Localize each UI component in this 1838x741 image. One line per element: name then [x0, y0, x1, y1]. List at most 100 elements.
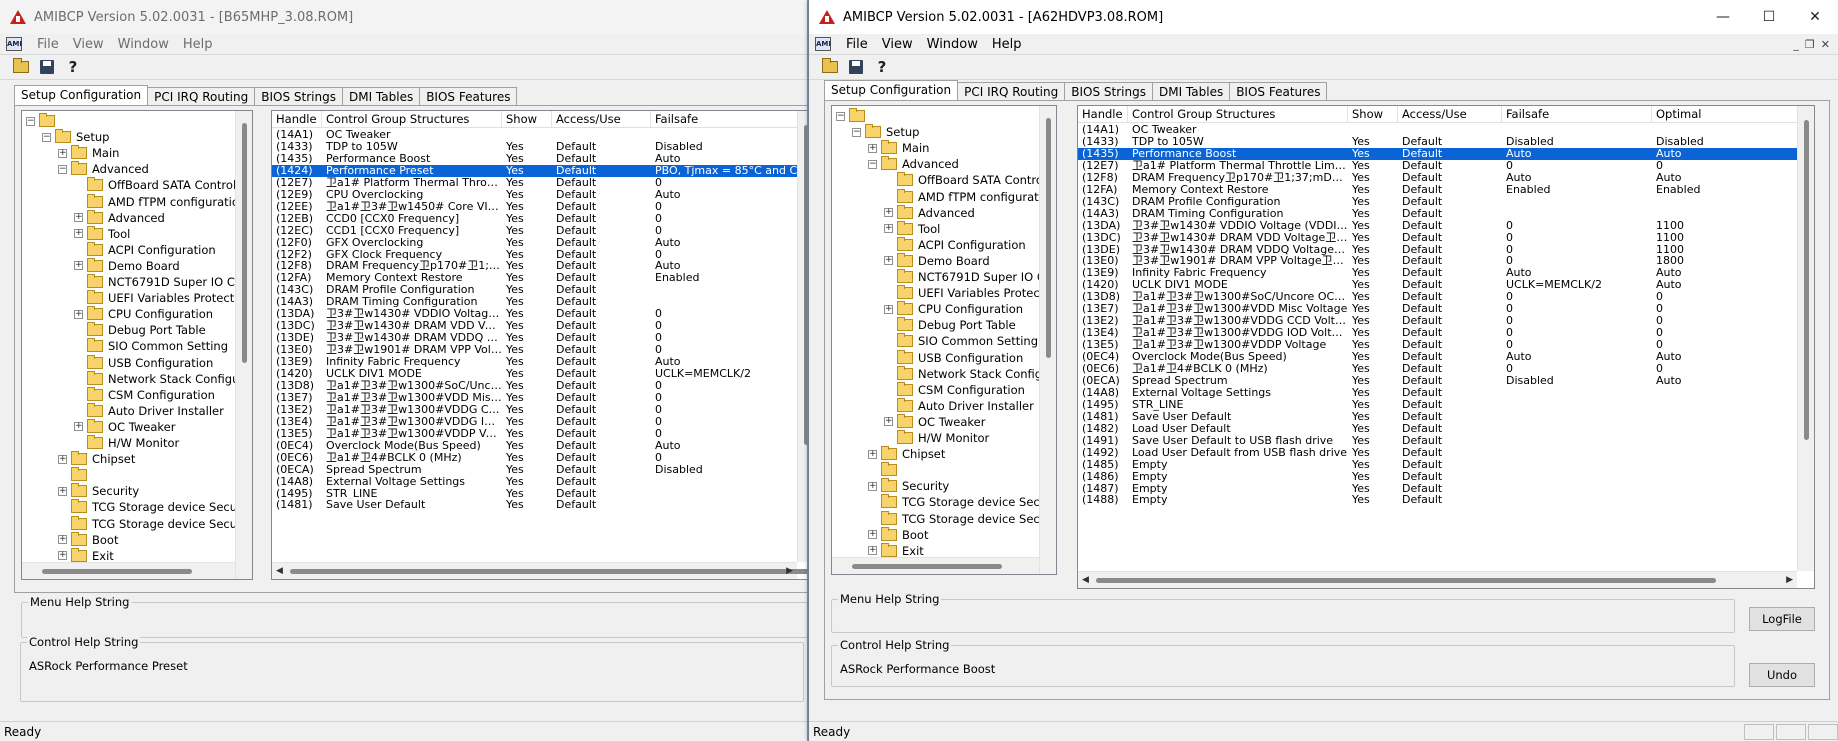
tree-item[interactable]: + Boot	[868, 526, 928, 543]
save-button[interactable]	[845, 57, 867, 77]
table-row[interactable]: (143C) DRAM Profile Configuration Yes Defau…	[272, 284, 807, 296]
table-row[interactable]: (13E0) 卫3#卫w1901# DRAM VPP Voltage卫p200..…	[1078, 255, 1802, 267]
table-row[interactable]: (13E9) Infinity Fabric Frequency Yes Defaul…	[1078, 267, 1802, 279]
grid-hscroll-thumb[interactable]	[290, 569, 807, 574]
tree-item[interactable]: UEFI Variables Protection	[74, 290, 252, 306]
table-row[interactable]: (14A1) OC Tweaker	[272, 129, 807, 141]
menu-help[interactable]: Help	[985, 37, 1029, 52]
scroll-left-icon[interactable]: ◀	[1082, 575, 1089, 585]
table-row[interactable]: (1420) UCLK DIV1 MODE Yes Default UCLK=MEMCL…	[1078, 279, 1802, 291]
expand-icon[interactable]: +	[884, 208, 893, 218]
collapse-icon[interactable]: −	[26, 116, 35, 126]
menu-view[interactable]: View	[875, 37, 920, 52]
grid-hscroll-thumb[interactable]	[1096, 578, 1716, 583]
table-row[interactable]: (12F2) GFX Clock Frequency Yes Default 0	[272, 249, 807, 261]
tree-item[interactable]: USB Configuration	[884, 349, 1023, 366]
column-header[interactable]: Failsafe	[1502, 106, 1652, 122]
tab-setup-configuration[interactable]: Setup Configuration	[14, 85, 149, 105]
column-header[interactable]: Control Group Structures	[1128, 106, 1348, 122]
table-row[interactable]: (13E7) 卫a1#卫3#卫w1300#VDD Misc Vo... Yes Def…	[272, 392, 807, 404]
tree-item[interactable]: + Advanced	[884, 204, 975, 221]
tree-item[interactable]: + Advanced	[74, 209, 165, 226]
tree-item[interactable]	[868, 462, 902, 478]
logfile-button[interactable]: LogFile	[1749, 607, 1815, 631]
tree-item[interactable]: Network Stack Configura	[884, 365, 1056, 382]
table-row[interactable]: (13E5) 卫a1#卫3#卫w1300#VDDP Voltage Yes Defau…	[1078, 339, 1802, 351]
tree-item[interactable]: SIO Common Setting	[884, 333, 1038, 349]
tree-item[interactable]: + CPU Configuration	[74, 306, 213, 322]
table-row[interactable]: (13DC) 卫3#卫w1430# DRAM VDD Volta... Yes Def…	[272, 320, 807, 332]
table-row[interactable]: (12E9) CPU Overclocking Yes Default Auto	[272, 189, 807, 201]
collapse-icon[interactable]: −	[58, 164, 67, 174]
tree-item[interactable]: + CPU Configuration	[884, 301, 1023, 317]
mdi-document-icon[interactable]: AMI	[6, 37, 22, 51]
undo-button[interactable]: Undo	[1749, 663, 1815, 687]
tab-dmi-tables[interactable]: DMI Tables	[1151, 82, 1231, 100]
right-tree-vertical-scrollbar[interactable]	[1039, 106, 1056, 574]
grid-horizontal-scrollbar[interactable]: ◀ ▶	[272, 562, 807, 579]
tree-item[interactable]: OffBoard SATA Controller	[884, 172, 1056, 188]
column-header[interactable]: Handle	[272, 111, 322, 127]
tree-item[interactable]: UEFI Variables Protection	[884, 285, 1056, 301]
left-tree-vscroll-thumb[interactable]	[242, 123, 247, 363]
tree-item[interactable]: TCG Storage device Security	[58, 499, 252, 515]
collapse-icon[interactable]: −	[868, 159, 877, 169]
help-button[interactable]: ?	[62, 57, 84, 77]
table-row[interactable]: (14A8) External Voltage Settings Yes Defaul…	[272, 476, 807, 488]
table-row[interactable]: (1424) Performance Preset Yes Default PBO, T…	[272, 164, 807, 177]
help-button[interactable]: ?	[871, 57, 893, 77]
mdi-restore-icon[interactable]: ❐	[1805, 38, 1815, 51]
tree-item[interactable]: + Chipset	[868, 446, 945, 462]
scroll-right-icon[interactable]: ▶	[786, 566, 793, 576]
table-row[interactable]: (12E7) 卫a1# Platform Thermal Throttle Lim…	[1078, 160, 1802, 172]
tree-item[interactable]: ACPI Configuration	[884, 236, 1026, 253]
tree-item[interactable]: + OC Tweaker	[884, 413, 985, 430]
tree-item[interactable]: Debug Port Table	[74, 322, 206, 338]
left-tree-horizontal-scrollbar[interactable]	[22, 562, 235, 579]
tab-setup-configuration[interactable]: Setup Configuration	[824, 80, 959, 100]
table-row[interactable]: (13E0) 卫3#卫w1901# DRAM VPP Volta... Yes Def…	[272, 344, 807, 356]
expand-icon[interactable]: +	[74, 261, 83, 271]
save-button[interactable]	[36, 57, 58, 77]
expand-icon[interactable]: +	[74, 309, 83, 319]
right-tree-horizontal-scrollbar[interactable]	[832, 557, 1039, 574]
table-row[interactable]: (13DA) 卫3#卫w1430# VDDIO Voltage (VDDIO_M.…	[1078, 220, 1802, 232]
table-row[interactable]: (1495) STR_LINE Yes Default	[1078, 399, 1802, 411]
tab-bios-strings[interactable]: BIOS Strings	[1064, 82, 1153, 100]
tree-item[interactable]: + Security	[58, 483, 139, 499]
grid-vertical-scrollbar[interactable]	[797, 111, 807, 562]
tree-item[interactable]: + Main	[58, 145, 119, 161]
table-row[interactable]: (0EC6) 卫a1#卫4#BCLK 0 (MHz) Yes Default 0 0	[1078, 363, 1802, 375]
right-tree-vscroll-thumb[interactable]	[1046, 118, 1051, 358]
collapse-icon[interactable]: −	[836, 111, 845, 121]
table-row[interactable]: (12FA) Memory Context Restore Yes Default E…	[1078, 184, 1802, 196]
expand-icon[interactable]: +	[58, 551, 67, 561]
table-row[interactable]: (1433) TDP to 105W Yes Default Disabled	[272, 141, 807, 153]
tree-item[interactable]: Network Stack Configura	[74, 370, 251, 387]
table-row[interactable]: (13DA) 卫3#卫w1430# VDDIO Voltage (V... Yes D…	[272, 308, 807, 320]
expand-icon[interactable]: +	[74, 422, 83, 432]
grid-vscroll-thumb[interactable]	[1804, 120, 1809, 440]
right-tree-hscroll-thumb[interactable]	[852, 564, 1002, 569]
tree-item[interactable]: + Security	[868, 478, 949, 494]
tree-item[interactable]: AMD fTPM configuration	[884, 188, 1056, 205]
left-control-grid[interactable]: Handle Control Group Structures Show Access…	[271, 110, 807, 580]
tree-item[interactable]: + Main	[868, 140, 929, 156]
table-row[interactable]: (14A1) OC Tweaker	[1078, 124, 1802, 136]
table-row[interactable]: (14A3) DRAM Timing Configuration Yes Defaul…	[272, 296, 807, 308]
tab-pci-irq-routing[interactable]: PCI IRQ Routing	[957, 82, 1066, 100]
tree-item[interactable]: SIO Common Setting	[74, 338, 228, 354]
tab-bios-features[interactable]: BIOS Features	[419, 87, 518, 105]
tree-item[interactable]: NCT6791D Super IO Con	[74, 274, 249, 290]
tree-item[interactable]: + Demo Board	[884, 252, 990, 269]
tab-bios-features[interactable]: BIOS Features	[1229, 82, 1328, 100]
column-header[interactable]: Access/Use	[552, 111, 651, 127]
tree-item[interactable]: Auto Driver Installer	[884, 397, 1034, 414]
table-row[interactable]: (12F8) DRAM Frequency卫p170#卫1;37;mDDR5-..…	[1078, 172, 1802, 184]
table-row[interactable]: (1435) Performance Boost Yes Default Auto Aut…	[1078, 147, 1802, 160]
expand-icon[interactable]: +	[58, 148, 67, 158]
table-row[interactable]: (1435) Performance Boost Yes Default Auto	[272, 153, 807, 165]
expand-icon[interactable]: +	[74, 229, 83, 239]
tab-bios-strings[interactable]: BIOS Strings	[254, 87, 343, 105]
table-row[interactable]: (0EC6) 卫a1#卫4#BCLK 0 (MHz) Yes Default 0	[272, 452, 807, 464]
